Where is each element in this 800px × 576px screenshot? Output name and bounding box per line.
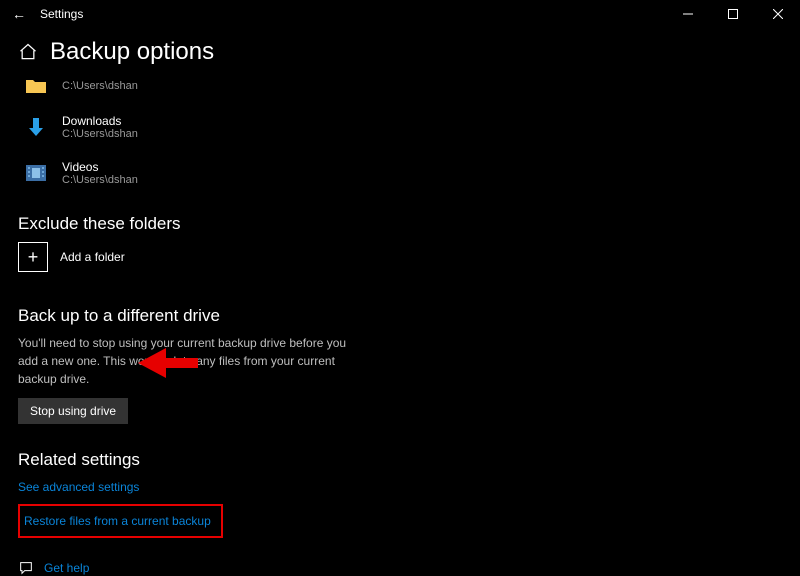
plus-icon: + <box>18 242 48 272</box>
related-title: Related settings <box>18 450 800 470</box>
page-title: Backup options <box>50 38 214 66</box>
folder-path: C:\Users\dshan <box>62 174 138 186</box>
folder-row[interactable]: Downloads C:\Users\dshan <box>24 108 800 146</box>
folder-row[interactable]: C:\Users\dshan <box>24 72 800 100</box>
help-row[interactable]: Get help <box>18 560 800 576</box>
titlebar: ← Settings <box>0 0 800 28</box>
chat-icon <box>18 560 34 576</box>
advanced-settings-link[interactable]: See advanced settings <box>18 480 139 494</box>
window-controls <box>665 0 800 28</box>
add-folder-button[interactable]: + Add a folder <box>18 242 800 272</box>
drive-title: Back up to a different drive <box>18 306 800 326</box>
folder-name: Downloads <box>62 114 138 128</box>
minimize-button[interactable] <box>665 0 710 28</box>
content: Backup options C:\Users\dshan Downloads … <box>0 28 800 576</box>
close-button[interactable] <box>755 0 800 28</box>
app-title: Settings <box>40 7 83 21</box>
back-icon[interactable]: ← <box>12 6 26 22</box>
folder-row[interactable]: Videos C:\Users\dshan <box>24 154 800 192</box>
folder-name: Videos <box>62 160 138 174</box>
exclude-title: Exclude these folders <box>18 214 800 234</box>
videos-icon <box>24 165 48 181</box>
page-header: Backup options <box>18 38 800 66</box>
folder-path: C:\Users\dshan <box>62 80 138 92</box>
maximize-button[interactable] <box>710 0 755 28</box>
downloads-icon <box>24 116 48 138</box>
home-icon[interactable] <box>18 42 38 62</box>
get-help-link[interactable]: Get help <box>44 561 89 575</box>
restore-files-link[interactable]: Restore files from a current backup <box>24 514 211 528</box>
drive-desc: You'll need to stop using your current b… <box>18 334 368 388</box>
restore-link-highlight: Restore files from a current backup <box>18 504 223 538</box>
titlebar-left: ← Settings <box>12 6 83 22</box>
stop-using-drive-button[interactable]: Stop using drive <box>18 398 128 424</box>
folder-icon <box>24 78 48 94</box>
folder-path: C:\Users\dshan <box>62 128 138 140</box>
add-folder-label: Add a folder <box>60 250 125 264</box>
